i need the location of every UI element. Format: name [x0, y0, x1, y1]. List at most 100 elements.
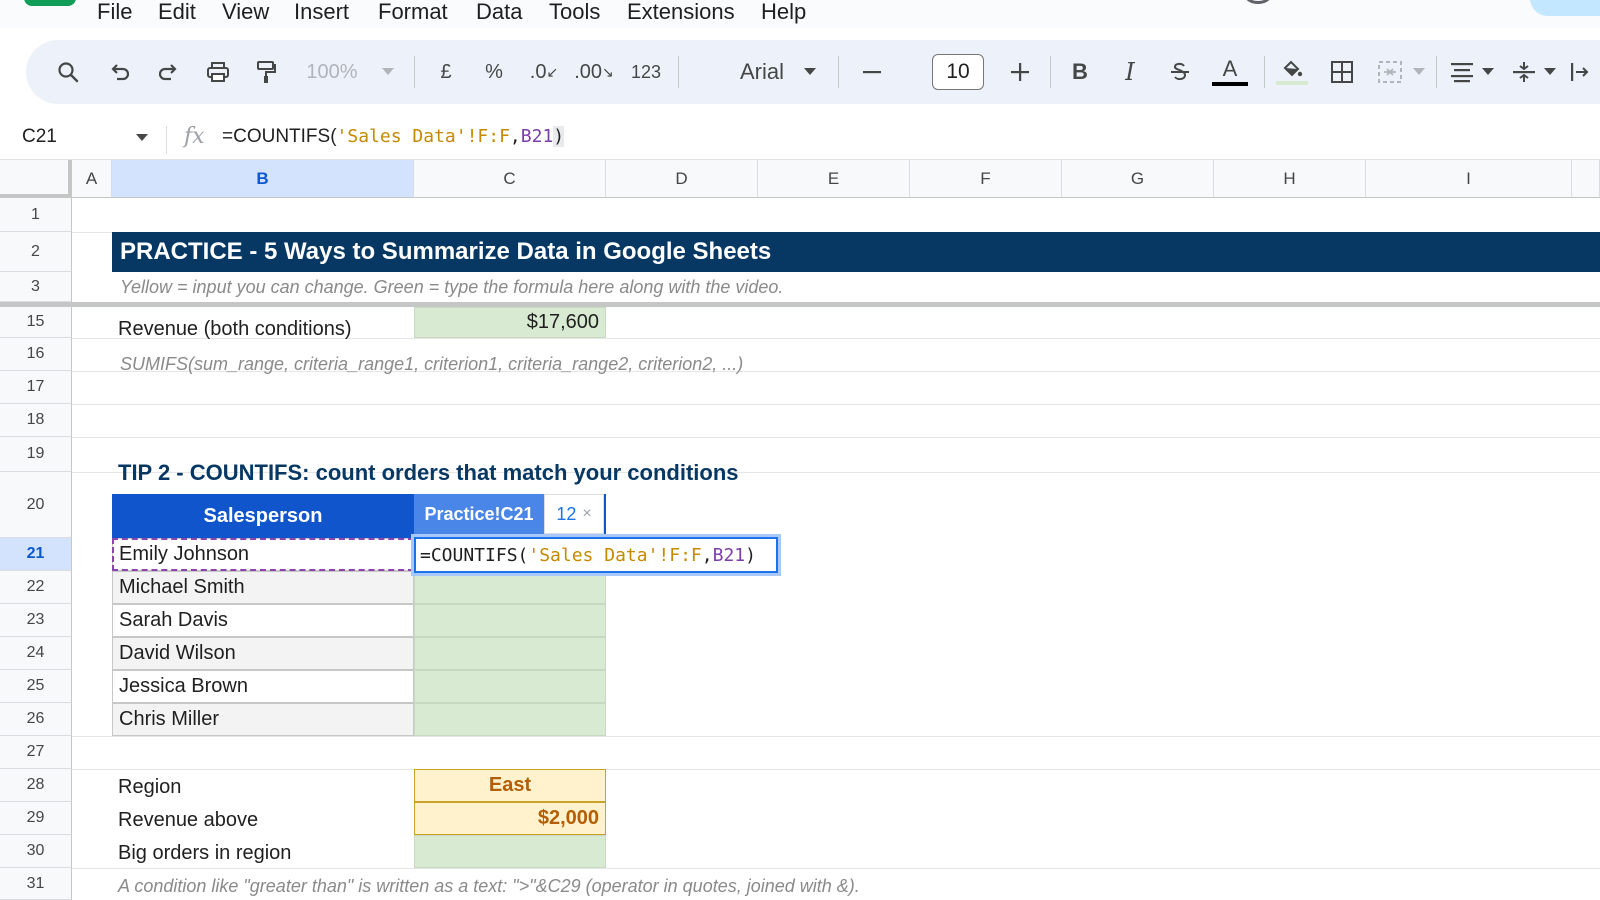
- row-header-22[interactable]: 22: [0, 571, 72, 604]
- vertical-align-icon[interactable]: [1506, 40, 1542, 104]
- row-header-27[interactable]: 27: [0, 736, 72, 769]
- menu-extensions[interactable]: Extensions: [627, 0, 735, 24]
- salesperson-header[interactable]: Salesperson: [112, 494, 414, 538]
- redo-icon[interactable]: [150, 40, 186, 104]
- count-cell[interactable]: [414, 670, 606, 703]
- count-cell[interactable]: [414, 604, 606, 637]
- row-header-17[interactable]: 17: [0, 371, 72, 404]
- menu-tools[interactable]: Tools: [549, 0, 600, 24]
- row-header-15[interactable]: 15: [0, 307, 72, 338]
- bold-button[interactable]: B: [1062, 40, 1098, 104]
- font-caret-icon[interactable]: [800, 40, 820, 104]
- big-orders-cell[interactable]: [414, 835, 606, 868]
- valign-caret-icon[interactable]: [1542, 40, 1558, 104]
- sumifs-syntax-note[interactable]: SUMIFS(sum_range, criteria_range1, crite…: [120, 354, 743, 375]
- row-header-3[interactable]: 3: [0, 272, 72, 302]
- column-header-j[interactable]: [1572, 160, 1600, 198]
- big-orders-label[interactable]: Big orders in region: [118, 842, 291, 865]
- salesperson-cell[interactable]: Sarah Davis: [112, 604, 414, 637]
- horizontal-align-icon[interactable]: [1444, 40, 1480, 104]
- column-header-g[interactable]: G: [1062, 160, 1214, 198]
- paint-format-icon[interactable]: [248, 40, 284, 104]
- salesperson-cell[interactable]: David Wilson: [112, 637, 414, 670]
- column-header-d[interactable]: D: [606, 160, 758, 198]
- text-wrap-icon[interactable]: [1566, 40, 1594, 104]
- row-header-23[interactable]: 23: [0, 604, 72, 637]
- italic-button[interactable]: I: [1112, 40, 1148, 104]
- sheet-banner-title[interactable]: PRACTICE - 5 Ways to Summarize Data in G…: [112, 232, 1600, 272]
- row-header-16[interactable]: 16: [0, 338, 72, 371]
- menu-data[interactable]: Data: [476, 0, 522, 24]
- condition-note[interactable]: A condition like "greater than" is writt…: [118, 876, 860, 897]
- row-header-30[interactable]: 30: [0, 835, 72, 868]
- font-family-select[interactable]: Arial: [740, 40, 784, 104]
- column-header-e[interactable]: E: [758, 160, 910, 198]
- formula-preview-value[interactable]: 12 ×: [544, 494, 604, 534]
- column-header-f[interactable]: F: [910, 160, 1062, 198]
- row-header-25[interactable]: 25: [0, 670, 72, 703]
- count-cell[interactable]: [414, 571, 606, 604]
- region-label[interactable]: Region: [118, 776, 181, 799]
- row-header-29[interactable]: 29: [0, 802, 72, 835]
- zoom-caret-icon[interactable]: [378, 40, 398, 104]
- tip2-title[interactable]: TIP 2 - COUNTIFS: count orders that matc…: [118, 460, 739, 486]
- row-header-1[interactable]: 1: [0, 198, 72, 232]
- row-header-28[interactable]: 28: [0, 769, 72, 802]
- menu-help[interactable]: Help: [761, 0, 806, 24]
- halign-caret-icon[interactable]: [1480, 40, 1496, 104]
- merge-cells-icon[interactable]: [1372, 40, 1408, 104]
- row-header-18[interactable]: 18: [0, 404, 72, 437]
- name-box-caret-icon[interactable]: [136, 134, 148, 141]
- count-cell[interactable]: [414, 637, 606, 670]
- borders-icon[interactable]: [1324, 40, 1360, 104]
- share-button[interactable]: [1530, 0, 1600, 16]
- fill-color-icon[interactable]: [1272, 40, 1312, 104]
- row-header-2[interactable]: 2: [0, 232, 72, 272]
- frozen-rows-divider[interactable]: [0, 302, 1600, 307]
- menu-file[interactable]: File: [97, 0, 132, 24]
- print-icon[interactable]: [200, 40, 236, 104]
- row-header-26[interactable]: 26: [0, 703, 72, 736]
- salesperson-cell[interactable]: Michael Smith: [112, 571, 414, 604]
- increase-font-size-icon[interactable]: [1002, 40, 1038, 104]
- undo-icon[interactable]: [102, 40, 138, 104]
- row-header-24[interactable]: 24: [0, 637, 72, 670]
- increase-decimal-button[interactable]: .00 ↘: [574, 40, 614, 104]
- legend-note[interactable]: Yellow = input you can change. Green = t…: [120, 277, 783, 298]
- row-header-31[interactable]: 31: [0, 868, 72, 900]
- formula-input[interactable]: =COUNTIFS('Sales Data'!F:F,B21): [222, 126, 565, 148]
- revenue-both-value[interactable]: $17,600: [414, 307, 606, 338]
- column-header-c[interactable]: C: [414, 160, 606, 198]
- zoom-select[interactable]: 100%: [300, 40, 364, 104]
- column-header-i[interactable]: I: [1366, 160, 1572, 198]
- salesperson-cell[interactable]: Jessica Brown: [112, 670, 414, 703]
- text-color-button[interactable]: A: [1210, 40, 1250, 104]
- cell-editor-c21[interactable]: =COUNTIFS('Sales Data'!F:F, B21): [414, 537, 778, 573]
- select-all-corner[interactable]: [0, 160, 72, 198]
- menu-format[interactable]: Format: [378, 0, 448, 24]
- decrease-font-size-icon[interactable]: [854, 40, 890, 104]
- column-header-b[interactable]: B: [112, 160, 414, 198]
- menu-insert[interactable]: Insert: [294, 0, 349, 24]
- sheets-logo-icon[interactable]: [24, 0, 76, 6]
- column-header-h[interactable]: H: [1214, 160, 1366, 198]
- decrease-decimal-button[interactable]: .0 ↙: [526, 40, 562, 104]
- row-header-21[interactable]: 21: [0, 538, 72, 571]
- font-size-input[interactable]: 10: [932, 54, 984, 90]
- more-formats-button[interactable]: 123: [626, 40, 666, 104]
- column-header-a[interactable]: A: [72, 160, 112, 198]
- merge-caret-icon[interactable]: [1410, 40, 1428, 104]
- currency-format-button[interactable]: £: [430, 40, 462, 104]
- strikethrough-icon[interactable]: [1162, 40, 1198, 104]
- revenue-both-label[interactable]: Revenue (both conditions): [118, 318, 351, 341]
- menu-edit[interactable]: Edit: [158, 0, 196, 24]
- revenue-above-label[interactable]: Revenue above: [118, 809, 258, 832]
- name-box[interactable]: C21: [22, 126, 57, 148]
- menu-view[interactable]: View: [222, 0, 269, 24]
- row-header-19[interactable]: 19: [0, 437, 72, 472]
- count-cell[interactable]: [414, 703, 606, 736]
- salesperson-cell[interactable]: Chris Miller: [112, 703, 414, 736]
- region-input[interactable]: East: [414, 769, 606, 802]
- percent-format-button[interactable]: %: [478, 40, 510, 104]
- account-icon[interactable]: [1245, 0, 1271, 4]
